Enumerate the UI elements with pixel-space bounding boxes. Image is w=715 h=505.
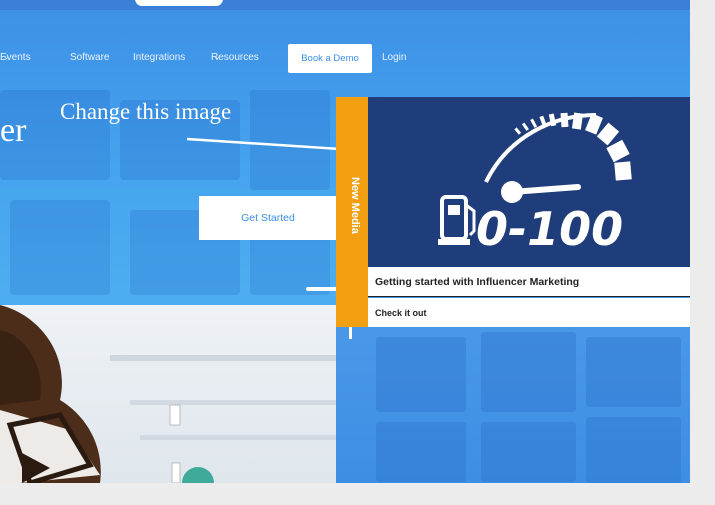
slider-indicator-tick (349, 327, 352, 339)
top-pill-button[interactable] (135, 0, 223, 6)
nav-item-login[interactable]: Login (382, 52, 406, 63)
hero-heading: er (0, 112, 27, 149)
dropdown-chevron-icon: ⌄ (214, 52, 221, 61)
speedometer-icon: 0-100 (438, 112, 632, 256)
annotation-label: Change this image (60, 99, 232, 124)
slider-indicator (306, 287, 338, 291)
check-it-out-link[interactable]: Check it out (368, 298, 690, 327)
fuel-pump-icon (438, 195, 476, 245)
top-bar (0, 0, 690, 10)
book-demo-button[interactable]: Book a Demo (288, 44, 372, 73)
card-image[interactable]: 0-100 (368, 97, 690, 267)
lower-illustration (0, 305, 336, 483)
dropdown-chevron-icon: ⌄ (3, 52, 10, 61)
get-started-button[interactable]: Get Started (199, 196, 337, 240)
new-media-tab-label: New Media (349, 177, 361, 234)
new-media-tab[interactable]: New Media (336, 97, 368, 327)
nav-item-integrations[interactable]: Integrations (133, 52, 185, 63)
card-title[interactable]: Getting started with Influencer Marketin… (368, 267, 690, 297)
card-image-text: 0-100 (476, 202, 623, 256)
nav-item-software[interactable]: Software (70, 52, 109, 63)
